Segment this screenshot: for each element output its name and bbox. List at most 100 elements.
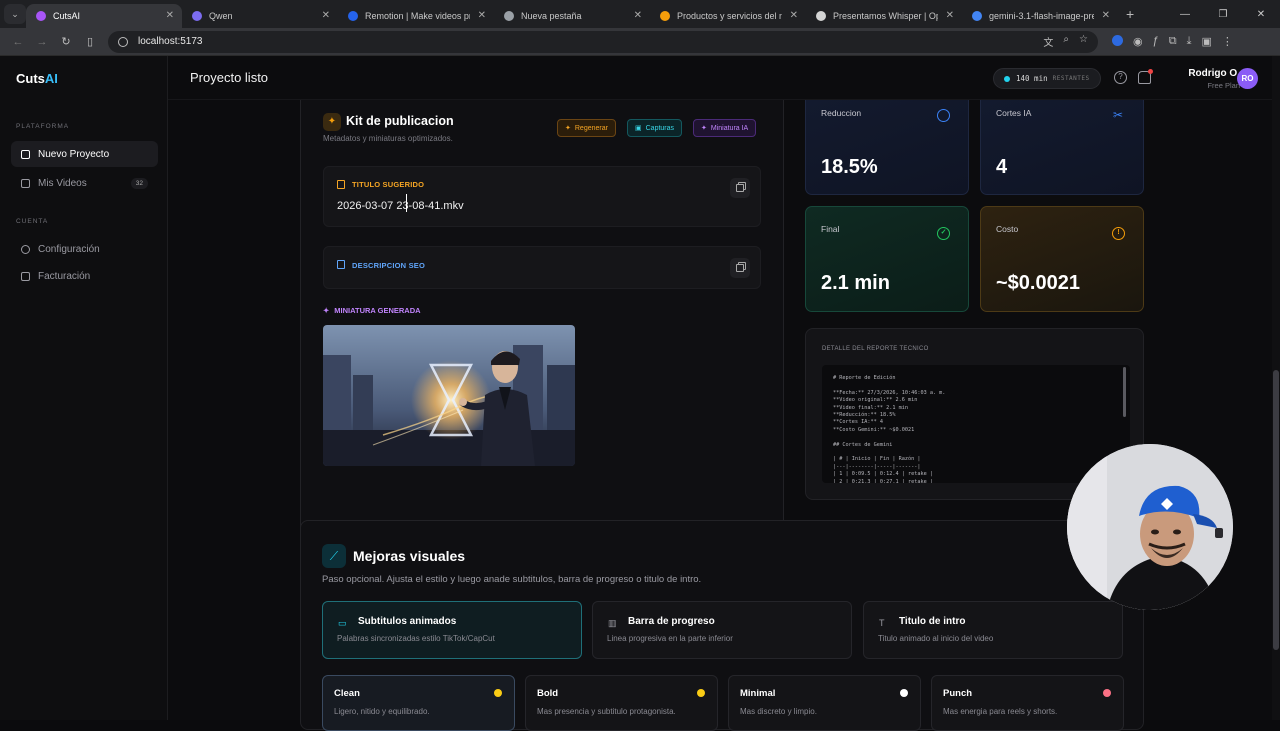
document-icon <box>337 180 345 189</box>
publication-kit-subtitle: Metadatos y miniaturas optimizados. <box>323 134 453 143</box>
download-icon[interactable]: ⤓ <box>1187 35 1192 48</box>
sidebar-item-label: Facturación <box>38 270 91 282</box>
maximize-icon[interactable]: ❐ <box>1204 9 1242 20</box>
page-scrollbar-thumb[interactable] <box>1273 370 1279 650</box>
extension-blue-icon[interactable] <box>1112 35 1123 46</box>
sidebar-item-new-project[interactable]: Nuevo Proyecto <box>11 141 158 167</box>
cutsai-favicon-icon <box>36 11 46 21</box>
extensions-puzzle-icon[interactable]: ⧉ <box>1169 35 1177 48</box>
suggested-title-field[interactable]: TITULO SUGERIDO 2026-03-07 23-08-41.mkv <box>323 166 761 227</box>
copy-icon <box>736 264 744 272</box>
captures-button[interactable]: ▣ Capturas <box>627 119 683 137</box>
browser-tab-whisper[interactable]: Presentamos Whisper | OpenAI ✕ <box>806 4 962 28</box>
close-tab-icon[interactable]: ✕ <box>166 10 174 21</box>
browser-tab-qwen[interactable]: Qwen ✕ <box>182 4 338 28</box>
style-description: Mas presencia y subtitulo protagonista. <box>537 707 676 716</box>
gear-icon <box>21 244 30 254</box>
copy-title-button[interactable] <box>730 178 750 198</box>
tab-title: CutsAI <box>53 11 81 21</box>
option-title: Barra de progreso <box>628 616 715 627</box>
extension-script-icon[interactable]: ƒ <box>1153 35 1159 48</box>
url-text: localhost:5173 <box>138 36 203 47</box>
extension-camera-icon[interactable]: ◉ <box>1133 35 1143 48</box>
tab-search-button[interactable]: ⌄ <box>4 4 26 24</box>
forward-icon[interactable]: → <box>30 36 54 48</box>
close-tab-icon[interactable]: ✕ <box>790 10 798 21</box>
browser-menu-icon[interactable]: ⋮ <box>1222 35 1233 48</box>
browser-tab-remotion[interactable]: Remotion | Make videos progra ✕ <box>338 4 494 28</box>
close-tab-icon[interactable]: ✕ <box>634 10 642 21</box>
ai-thumbnail-button[interactable]: ✦ Miniatura IA <box>693 119 757 137</box>
clock-icon <box>937 109 950 122</box>
generated-thumbnail-heading: ✦ MINIATURA GENERADA <box>323 306 421 315</box>
remotion-favicon-icon <box>348 11 358 21</box>
app-logo[interactable]: CutsAI <box>16 71 58 86</box>
close-tab-icon[interactable]: ✕ <box>478 10 486 21</box>
style-color-dot <box>494 689 502 697</box>
report-scrollbar[interactable] <box>1123 367 1126 417</box>
sidebar-item-settings[interactable]: Configuración <box>11 236 158 262</box>
style-punch[interactable]: Punch Mas energia para reels y shorts. <box>931 675 1124 731</box>
credits-badge[interactable]: 140 min RESTANTES <box>993 68 1101 89</box>
sparkles-icon: ✦ <box>701 125 707 132</box>
regenerate-button[interactable]: ✦ Regenerar <box>557 119 616 137</box>
videos-count-badge: 32 <box>130 177 148 189</box>
style-name: Bold <box>537 688 559 699</box>
help-icon[interactable]: ? <box>1114 71 1127 84</box>
split-view-icon[interactable]: ▯ <box>78 35 102 48</box>
close-tab-icon[interactable]: ✕ <box>322 10 330 21</box>
suggested-title-value: 2026-03-07 23-08-41.mkv <box>337 200 464 212</box>
new-tab-icon[interactable]: + <box>1126 6 1134 22</box>
tab-title: Productos y servicios del nivel g <box>677 11 782 21</box>
close-tab-icon[interactable]: ✕ <box>1102 10 1110 21</box>
copy-description-button[interactable] <box>730 258 750 278</box>
option-intro-title[interactable]: T Titulo de intro Titulo animado al inic… <box>863 601 1123 659</box>
site-info-icon[interactable] <box>118 36 128 47</box>
sidebar-item-billing[interactable]: Facturación <box>11 263 158 289</box>
app-root: CutsAI PLATAFORMA Nuevo Proyecto Mis Vid… <box>0 56 1280 731</box>
reload-icon[interactable]: ↻ <box>54 35 78 48</box>
sidebar-item-label: Mis Videos <box>38 177 87 189</box>
sidebar: CutsAI PLATAFORMA Nuevo Proyecto Mis Vid… <box>0 56 168 720</box>
close-window-icon[interactable]: ✕ <box>1242 9 1280 20</box>
stat-value: 18.5% <box>821 156 878 178</box>
browser-tab-products[interactable]: Productos y servicios del nivel g ✕ <box>650 4 806 28</box>
browser-tab-new[interactable]: Nueva pestaña ✕ <box>494 4 650 28</box>
bookmark-star-icon[interactable]: ☆ <box>1079 34 1088 49</box>
tab-title: Qwen <box>209 11 233 21</box>
option-animated-subtitles[interactable]: ▭ Subtitulos animados Palabras sincroniz… <box>322 601 582 659</box>
option-progress-bar[interactable]: ▥ Barra de progreso Linea progresiva en … <box>592 601 852 659</box>
profile-icon[interactable]: ▣ <box>1201 35 1211 48</box>
tab-title: Nueva pestaña <box>521 11 582 21</box>
option-title: Subtitulos animados <box>358 616 457 627</box>
option-title: Titulo de intro <box>899 616 966 627</box>
close-tab-icon[interactable]: ✕ <box>946 10 954 21</box>
document-icon <box>337 260 345 269</box>
browser-tab-gemini[interactable]: gemini-3.1-flash-image-preview ✕ <box>962 4 1118 28</box>
style-bold[interactable]: Bold Mas presencia y subtitulo protagoni… <box>525 675 718 731</box>
url-input[interactable]: localhost:5173 文 ⌕ ☆ <box>108 30 1098 53</box>
seo-description-field[interactable]: DESCRIPCION SEO <box>323 246 761 289</box>
back-icon[interactable]: ← <box>6 36 30 48</box>
browser-tab-cutsai[interactable]: CutsAI ✕ <box>26 4 182 28</box>
visual-improvements-subtitle: Paso opcional. Ajusta el estilo y luego … <box>322 574 702 585</box>
style-name: Punch <box>943 688 973 699</box>
zoom-icon[interactable]: ⌕ <box>1063 34 1069 49</box>
style-clean[interactable]: Clean Ligero, nitido y equilibrado. <box>322 675 515 731</box>
grid-icon <box>21 149 30 159</box>
sidebar-item-my-videos[interactable]: Mis Videos 32 <box>11 170 158 196</box>
avatar[interactable]: RO <box>1237 68 1258 89</box>
generated-thumbnail-image[interactable] <box>323 325 575 466</box>
report-textarea[interactable]: # Reporte de Edición **Fecha:** 27/3/202… <box>822 365 1130 483</box>
minimize-icon[interactable]: — <box>1166 9 1204 20</box>
option-description: Palabras sincronizadas estilo TikTok/Cap… <box>337 634 495 643</box>
translate-icon[interactable]: 文 <box>1043 34 1053 49</box>
button-label: Regenerar <box>574 124 608 132</box>
style-name: Minimal <box>740 688 776 699</box>
sidebar-item-label: Nuevo Proyecto <box>38 148 110 160</box>
user-info[interactable]: Rodrigo O. Free Plan <box>1178 68 1240 90</box>
style-minimal[interactable]: Minimal Mas discreto y limpio. <box>728 675 921 731</box>
report-content: # Reporte de Edición **Fecha:** 27/3/202… <box>833 375 946 483</box>
tab-title: Remotion | Make videos progra <box>365 11 470 21</box>
final-duration-stat-card: Final ✓ 2.1 min <box>805 206 969 312</box>
